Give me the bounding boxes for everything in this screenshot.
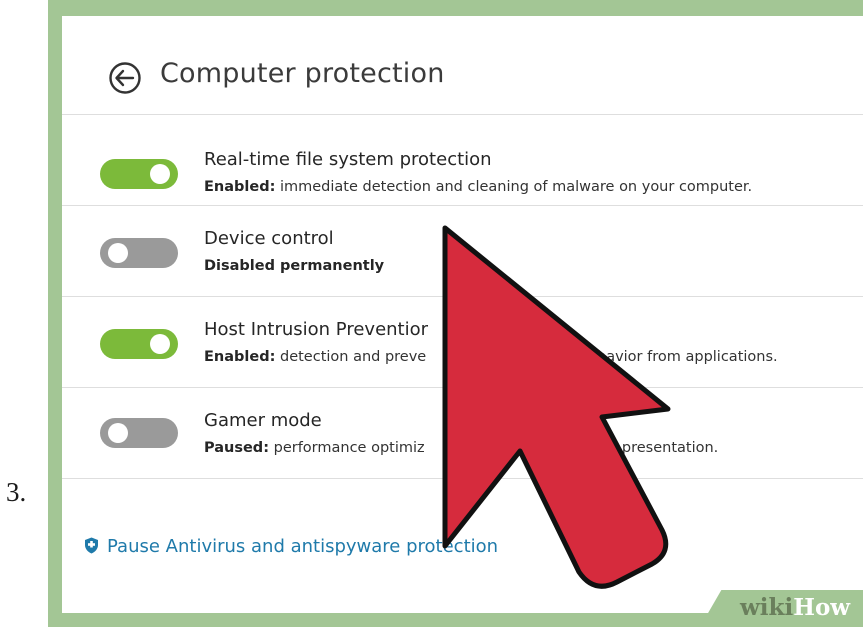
- setting-status: Enabled: immediate detection and cleanin…: [204, 179, 752, 195]
- status-text: detection and preve: [275, 349, 427, 365]
- setting-title: Gamer mode: [204, 410, 322, 431]
- setting-title: Host Intrusion Preventior: [204, 319, 429, 340]
- status-text: immediate detection and cleaning of malw…: [275, 179, 753, 195]
- setting-title: Device control: [204, 228, 334, 249]
- back-arrow-circle-icon: [109, 62, 141, 94]
- toggle-knob: [108, 423, 128, 443]
- setting-row-realtime-protection: Real-time file system protection Enabled…: [62, 114, 863, 205]
- settings-list: Real-time file system protection Enabled…: [62, 114, 863, 479]
- setting-status: Enabled: detection and preve: [204, 349, 426, 365]
- wikihow-watermark: wikiHow: [740, 594, 850, 621]
- host-intrusion-prevention-toggle[interactable]: [100, 329, 178, 359]
- back-button[interactable]: [108, 61, 142, 95]
- setting-row-device-control: Device control Disabled permanently: [62, 205, 863, 296]
- panel-header: Computer protection: [62, 16, 863, 114]
- setting-row-gamer-mode: Gamer mode Paused: performance optimiz a…: [62, 387, 863, 479]
- step-number: 3.: [6, 477, 27, 507]
- setting-status: Disabled permanently: [204, 258, 384, 274]
- setting-status: Paused: performance optimiz: [204, 440, 425, 456]
- status-label: Enabled:: [204, 179, 276, 195]
- pause-link-label: Pause Antivirus and antispyware protecti…: [107, 536, 499, 557]
- status-text: performance optimiz: [269, 440, 425, 456]
- status-label: Enabled:: [204, 349, 276, 365]
- computer-protection-panel: Computer protection Real-time file syste…: [62, 16, 863, 613]
- status-label: Paused:: [204, 440, 269, 456]
- device-control-toggle[interactable]: [100, 238, 178, 268]
- setting-status-continued: and presentation.: [590, 440, 719, 456]
- status-label: Disabled permanently: [204, 258, 385, 274]
- setting-row-host-intrusion-prevention: Host Intrusion Preventior Enabled: detec…: [62, 296, 863, 387]
- pause-protection-link[interactable]: Pause Antivirus and antispyware protecti…: [84, 536, 498, 559]
- gamer-mode-toggle[interactable]: [100, 418, 178, 448]
- setting-title: Real-time file system protection: [204, 149, 492, 170]
- toggle-knob: [150, 334, 170, 354]
- toggle-knob: [150, 164, 170, 184]
- realtime-protection-toggle[interactable]: [100, 159, 178, 189]
- watermark-how: How: [793, 594, 851, 621]
- setting-status-continued: havior from applications.: [597, 349, 778, 365]
- toggle-knob: [108, 243, 128, 263]
- shield-icon: [84, 537, 99, 559]
- page-title: Computer protection: [160, 58, 445, 89]
- watermark-wiki: wiki: [740, 594, 794, 621]
